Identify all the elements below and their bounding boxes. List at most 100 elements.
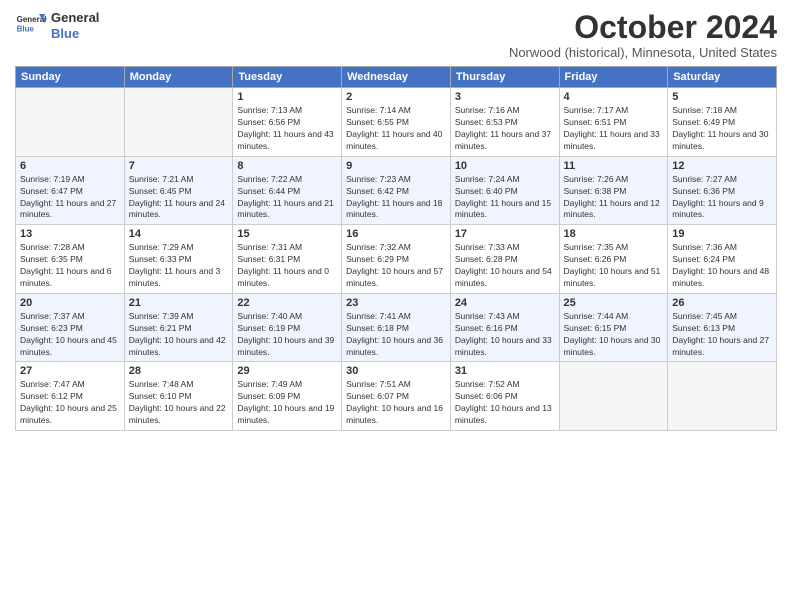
calendar-cell: 12 Sunrise: 7:27 AM Sunset: 6:36 PM Dayli… xyxy=(668,156,777,225)
calendar-cell: 26 Sunrise: 7:45 AM Sunset: 6:13 PM Dayli… xyxy=(668,293,777,362)
calendar-cell xyxy=(16,88,125,157)
logo-text-general: General xyxy=(51,10,99,26)
day-detail: Sunrise: 7:27 AM Sunset: 6:36 PM Dayligh… xyxy=(672,174,772,222)
calendar-cell: 25 Sunrise: 7:44 AM Sunset: 6:15 PM Dayli… xyxy=(559,293,668,362)
day-number: 2 xyxy=(346,91,446,103)
day-detail: Sunrise: 7:36 AM Sunset: 6:24 PM Dayligh… xyxy=(672,242,772,290)
calendar-week-row-5: 27Sunrise: 7:47 AM Sunset: 6:12 PM Dayli… xyxy=(16,362,777,431)
calendar-cell: 27Sunrise: 7:47 AM Sunset: 6:12 PM Dayli… xyxy=(16,362,125,431)
day-detail: Sunrise: 7:29 AM Sunset: 6:33 PM Dayligh… xyxy=(129,242,229,290)
calendar-cell: 23 Sunrise: 7:41 AM Sunset: 6:18 PM Dayli… xyxy=(342,293,451,362)
calendar-cell: 28 Sunrise: 7:48 AM Sunset: 6:10 PM Dayli… xyxy=(124,362,233,431)
calendar-cell: 1 Sunrise: 7:13 AM Sunset: 6:56 PM Daylig… xyxy=(233,88,342,157)
day-number: 11 xyxy=(564,160,664,172)
day-number: 9 xyxy=(346,160,446,172)
day-detail: Sunrise: 7:28 AM Sunset: 6:35 PM Dayligh… xyxy=(20,242,120,290)
month-title: October 2024 xyxy=(509,10,777,45)
calendar-cell: 13 Sunrise: 7:28 AM Sunset: 6:35 PM Dayli… xyxy=(16,225,125,294)
calendar-cell: 8 Sunrise: 7:22 AM Sunset: 6:44 PM Daylig… xyxy=(233,156,342,225)
day-detail: Sunrise: 7:26 AM Sunset: 6:38 PM Dayligh… xyxy=(564,174,664,222)
column-header-sunday: Sunday xyxy=(16,67,125,88)
calendar-cell xyxy=(668,362,777,431)
day-number: 21 xyxy=(129,297,229,309)
calendar-week-row-3: 13 Sunrise: 7:28 AM Sunset: 6:35 PM Dayli… xyxy=(16,225,777,294)
day-number: 1 xyxy=(237,91,337,103)
calendar-cell xyxy=(559,362,668,431)
calendar-cell: 10 Sunrise: 7:24 AM Sunset: 6:40 PM Dayli… xyxy=(450,156,559,225)
calendar-cell: 14 Sunrise: 7:29 AM Sunset: 6:33 PM Dayli… xyxy=(124,225,233,294)
column-header-wednesday: Wednesday xyxy=(342,67,451,88)
calendar-cell: 20 Sunrise: 7:37 AM Sunset: 6:23 PM Dayli… xyxy=(16,293,125,362)
day-number: 29 xyxy=(237,365,337,377)
day-detail: Sunrise: 7:32 AM Sunset: 6:29 PM Dayligh… xyxy=(346,242,446,290)
day-detail: Sunrise: 7:14 AM Sunset: 6:55 PM Dayligh… xyxy=(346,105,446,153)
day-detail: Sunrise: 7:44 AM Sunset: 6:15 PM Dayligh… xyxy=(564,311,664,359)
title-area: October 2024 Norwood (historical), Minne… xyxy=(509,10,777,60)
day-detail: Sunrise: 7:47 AM Sunset: 6:12 PM Dayligh… xyxy=(20,379,120,427)
day-number: 16 xyxy=(346,228,446,240)
day-number: 12 xyxy=(672,160,772,172)
day-number: 17 xyxy=(455,228,555,240)
calendar-cell: 9 Sunrise: 7:23 AM Sunset: 6:42 PM Daylig… xyxy=(342,156,451,225)
day-number: 8 xyxy=(237,160,337,172)
day-number: 26 xyxy=(672,297,772,309)
day-number: 3 xyxy=(455,91,555,103)
day-number: 14 xyxy=(129,228,229,240)
day-detail: Sunrise: 7:45 AM Sunset: 6:13 PM Dayligh… xyxy=(672,311,772,359)
calendar-cell: 18 Sunrise: 7:35 AM Sunset: 6:26 PM Dayli… xyxy=(559,225,668,294)
day-detail: Sunrise: 7:39 AM Sunset: 6:21 PM Dayligh… xyxy=(129,311,229,359)
day-number: 30 xyxy=(346,365,446,377)
calendar-cell: 29 Sunrise: 7:49 AM Sunset: 6:09 PM Dayli… xyxy=(233,362,342,431)
day-number: 22 xyxy=(237,297,337,309)
day-number: 23 xyxy=(346,297,446,309)
svg-text:Blue: Blue xyxy=(17,25,35,34)
calendar-cell: 21 Sunrise: 7:39 AM Sunset: 6:21 PM Dayli… xyxy=(124,293,233,362)
day-detail: Sunrise: 7:33 AM Sunset: 6:28 PM Dayligh… xyxy=(455,242,555,290)
calendar-cell: 11 Sunrise: 7:26 AM Sunset: 6:38 PM Dayli… xyxy=(559,156,668,225)
calendar-cell: 19Sunrise: 7:36 AM Sunset: 6:24 PM Dayli… xyxy=(668,225,777,294)
day-detail: Sunrise: 7:51 AM Sunset: 6:07 PM Dayligh… xyxy=(346,379,446,427)
day-detail: Sunrise: 7:23 AM Sunset: 6:42 PM Dayligh… xyxy=(346,174,446,222)
day-detail: Sunrise: 7:22 AM Sunset: 6:44 PM Dayligh… xyxy=(237,174,337,222)
day-detail: Sunrise: 7:35 AM Sunset: 6:26 PM Dayligh… xyxy=(564,242,664,290)
day-number: 6 xyxy=(20,160,120,172)
day-number: 24 xyxy=(455,297,555,309)
day-detail: Sunrise: 7:49 AM Sunset: 6:09 PM Dayligh… xyxy=(237,379,337,427)
day-detail: Sunrise: 7:13 AM Sunset: 6:56 PM Dayligh… xyxy=(237,105,337,153)
day-number: 25 xyxy=(564,297,664,309)
day-detail: Sunrise: 7:17 AM Sunset: 6:51 PM Dayligh… xyxy=(564,105,664,153)
column-header-friday: Friday xyxy=(559,67,668,88)
logo-icon: General Blue xyxy=(15,10,47,42)
day-number: 7 xyxy=(129,160,229,172)
calendar-cell: 7 Sunrise: 7:21 AM Sunset: 6:45 PM Daylig… xyxy=(124,156,233,225)
day-number: 10 xyxy=(455,160,555,172)
calendar-table: SundayMondayTuesdayWednesdayThursdayFrid… xyxy=(15,66,777,431)
calendar-cell: 4Sunrise: 7:17 AM Sunset: 6:51 PM Daylig… xyxy=(559,88,668,157)
day-detail: Sunrise: 7:37 AM Sunset: 6:23 PM Dayligh… xyxy=(20,311,120,359)
column-header-monday: Monday xyxy=(124,67,233,88)
calendar-cell: 2 Sunrise: 7:14 AM Sunset: 6:55 PM Daylig… xyxy=(342,88,451,157)
day-number: 18 xyxy=(564,228,664,240)
calendar-cell: 6 Sunrise: 7:19 AM Sunset: 6:47 PM Daylig… xyxy=(16,156,125,225)
day-number: 15 xyxy=(237,228,337,240)
day-detail: Sunrise: 7:31 AM Sunset: 6:31 PM Dayligh… xyxy=(237,242,337,290)
column-header-tuesday: Tuesday xyxy=(233,67,342,88)
calendar-cell: 5Sunrise: 7:18 AM Sunset: 6:49 PM Daylig… xyxy=(668,88,777,157)
day-detail: Sunrise: 7:21 AM Sunset: 6:45 PM Dayligh… xyxy=(129,174,229,222)
day-detail: Sunrise: 7:48 AM Sunset: 6:10 PM Dayligh… xyxy=(129,379,229,427)
calendar-cell: 30 Sunrise: 7:51 AM Sunset: 6:07 PM Dayli… xyxy=(342,362,451,431)
page-header: General Blue General Blue October 2024 N… xyxy=(15,10,777,60)
day-detail: Sunrise: 7:18 AM Sunset: 6:49 PM Dayligh… xyxy=(672,105,772,153)
calendar-cell: 22Sunrise: 7:40 AM Sunset: 6:19 PM Dayli… xyxy=(233,293,342,362)
day-number: 31 xyxy=(455,365,555,377)
logo: General Blue General Blue xyxy=(15,10,99,42)
day-number: 20 xyxy=(20,297,120,309)
calendar-cell: 16 Sunrise: 7:32 AM Sunset: 6:29 PM Dayli… xyxy=(342,225,451,294)
day-number: 13 xyxy=(20,228,120,240)
calendar-cell: 31Sunrise: 7:52 AM Sunset: 6:06 PM Dayli… xyxy=(450,362,559,431)
day-detail: Sunrise: 7:41 AM Sunset: 6:18 PM Dayligh… xyxy=(346,311,446,359)
day-detail: Sunrise: 7:24 AM Sunset: 6:40 PM Dayligh… xyxy=(455,174,555,222)
day-detail: Sunrise: 7:19 AM Sunset: 6:47 PM Dayligh… xyxy=(20,174,120,222)
day-detail: Sunrise: 7:43 AM Sunset: 6:16 PM Dayligh… xyxy=(455,311,555,359)
day-number: 28 xyxy=(129,365,229,377)
